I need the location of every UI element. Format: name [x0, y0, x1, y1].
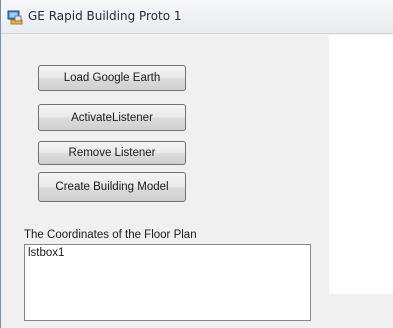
- window-title: GE Rapid Building Proto 1: [28, 9, 182, 23]
- list-item[interactable]: lstbox1: [28, 247, 64, 259]
- app-window: GE Rapid Building Proto 1 Load Google Ea…: [0, 0, 393, 328]
- coordinates-label: The Coordinates of the Floor Plan: [24, 229, 197, 241]
- google-earth-panel[interactable]: [329, 35, 393, 294]
- create-building-model-button[interactable]: Create Building Model: [38, 172, 186, 202]
- activate-listener-button[interactable]: ActivateListener: [38, 104, 186, 131]
- remove-listener-button[interactable]: Remove Listener: [38, 141, 186, 165]
- application-icon: [7, 10, 23, 25]
- title-bar[interactable]: GE Rapid Building Proto 1: [1, 0, 393, 34]
- coordinates-listbox[interactable]: lstbox1: [24, 244, 311, 321]
- load-google-earth-button[interactable]: Load Google Earth: [38, 65, 186, 91]
